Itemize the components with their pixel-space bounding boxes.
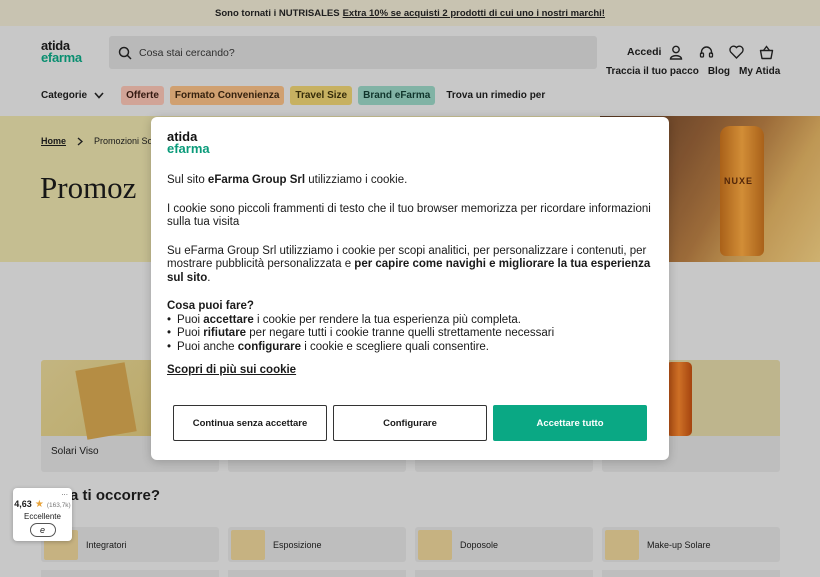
- rating-text: Eccellente: [24, 512, 61, 521]
- dialog-body: Sul sito eFarma Group Srl utilizziamo i …: [167, 174, 657, 378]
- trusted-shops-badge[interactable]: ... 4,63 ★ (163,7k) Eccellente e: [13, 488, 72, 541]
- learn-more-cookies-link[interactable]: Scopri di più sui cookie: [167, 364, 296, 378]
- option-accept: Puoi accettare i cookie per rendere la t…: [167, 314, 657, 328]
- logo-efarma: efarma: [167, 141, 210, 156]
- option-configure: Puoi anche configurare i cookie e scegli…: [167, 341, 657, 355]
- option-refuse: Puoi rifiutare per negare tutti i cookie…: [167, 327, 657, 341]
- star-icon: ★: [34, 499, 44, 510]
- dialog-logo: atida efarma: [167, 130, 210, 156]
- cookie-definition: I cookie sono piccoli frammenti di testo…: [167, 202, 651, 229]
- badge-menu-icon[interactable]: ...: [61, 488, 68, 497]
- dialog-actions: Continua senza accettare Configurare Acc…: [173, 405, 647, 441]
- rating-score: 4,63: [14, 499, 32, 509]
- options-list: Puoi accettare i cookie per rendere la t…: [167, 314, 657, 355]
- continue-without-accepting-button[interactable]: Continua senza accettare: [173, 405, 327, 441]
- trusted-shops-logo-icon: e: [29, 523, 56, 537]
- rating-row: 4,63 ★ (163,7k): [13, 498, 72, 510]
- review-count: (163,7k): [46, 502, 71, 509]
- cookie-intro: Sul sito eFarma Group Srl utilizziamo i …: [167, 174, 408, 186]
- configure-button[interactable]: Configurare: [333, 405, 487, 441]
- cookie-purpose: Su eFarma Group Srl utilizziamo i cookie…: [167, 244, 651, 284]
- accept-all-button[interactable]: Accettare tutto: [493, 405, 647, 441]
- cookie-consent-dialog: atida efarma Sul sito eFarma Group Srl u…: [151, 117, 669, 460]
- options-heading: Cosa puoi fare?: [167, 300, 254, 312]
